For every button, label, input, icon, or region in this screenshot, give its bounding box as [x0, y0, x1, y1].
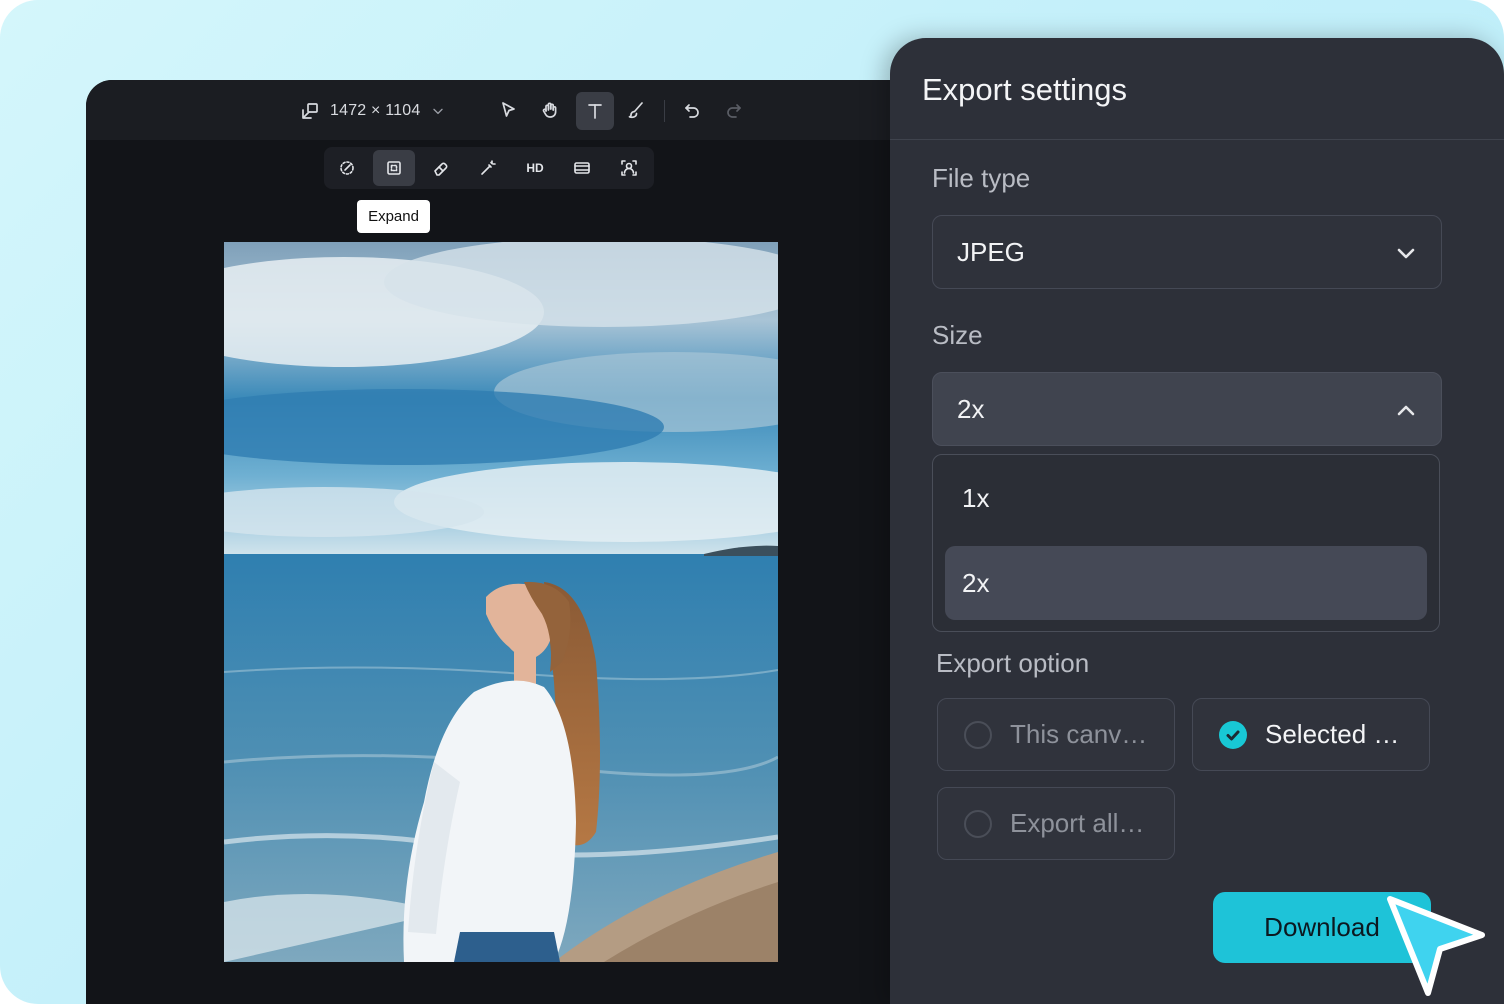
redo-icon[interactable]	[716, 92, 752, 128]
size-option-1x[interactable]: 1x	[945, 461, 1427, 535]
hd-video-icon[interactable]	[561, 150, 603, 186]
portrait-icon[interactable]	[608, 150, 650, 186]
radio-checked-icon	[1219, 721, 1247, 749]
option-this-canvas[interactable]: This canv…	[937, 698, 1175, 771]
size-dropdown: 1x 2x	[932, 454, 1440, 632]
brush-icon[interactable]	[618, 92, 654, 128]
export-settings-panel: Export settings File type JPEG Size 2x 1…	[890, 38, 1504, 1004]
file-type-value: JPEG	[957, 237, 1025, 267]
editor-window: 1472 × 1104 HD Expand	[86, 80, 946, 1004]
hand-icon[interactable]	[532, 92, 568, 128]
chevron-down-icon	[430, 103, 446, 119]
size-option-2x[interactable]: 2x	[945, 546, 1427, 620]
file-type-label: File type	[932, 163, 1031, 193]
top-toolbar: 1472 × 1104	[86, 80, 946, 140]
chevron-up-icon	[1397, 405, 1415, 416]
file-type-select[interactable]: JPEG	[932, 215, 1442, 289]
option-label: Selected …	[1265, 719, 1400, 749]
size-select[interactable]: 2x	[932, 372, 1442, 446]
canvas-size-label: 1472 × 1104	[330, 102, 421, 119]
size-option-label: 2x	[962, 568, 990, 598]
size-option-label: 1x	[962, 483, 990, 513]
image-tools-bar: HD	[324, 147, 654, 189]
expand-icon[interactable]	[373, 150, 415, 186]
export-option-label: Export option	[936, 648, 1090, 678]
toolbar-divider	[664, 100, 665, 122]
magic-wand-icon[interactable]	[467, 150, 509, 186]
undo-icon[interactable]	[674, 92, 710, 128]
canvas-photo[interactable]	[224, 242, 778, 962]
hd-label: HD	[526, 161, 544, 175]
select-arrow-icon[interactable]	[490, 92, 526, 128]
resize-icon	[300, 101, 320, 121]
mouse-cursor-icon	[1387, 896, 1485, 996]
option-export-all[interactable]: Export all…	[937, 787, 1175, 860]
magic-remove-icon[interactable]	[326, 150, 368, 186]
option-label: This canv…	[1010, 719, 1148, 749]
chevron-down-icon	[1397, 248, 1415, 259]
size-value: 2x	[957, 394, 985, 424]
hd-icon[interactable]: HD	[514, 150, 556, 186]
radio-unchecked-icon	[964, 721, 992, 749]
option-label: Export all…	[1010, 808, 1145, 838]
radio-unchecked-icon	[964, 810, 992, 838]
text-icon[interactable]	[576, 92, 614, 130]
left-gutter	[86, 140, 128, 1004]
tooltip: Expand	[357, 200, 430, 233]
eraser-icon[interactable]	[420, 150, 462, 186]
canvas-size-control[interactable]: 1472 × 1104	[300, 98, 446, 124]
size-label: Size	[932, 320, 983, 350]
panel-title: Export settings	[922, 72, 1128, 107]
option-selected[interactable]: Selected …	[1192, 698, 1430, 771]
panel-divider	[890, 139, 1504, 140]
